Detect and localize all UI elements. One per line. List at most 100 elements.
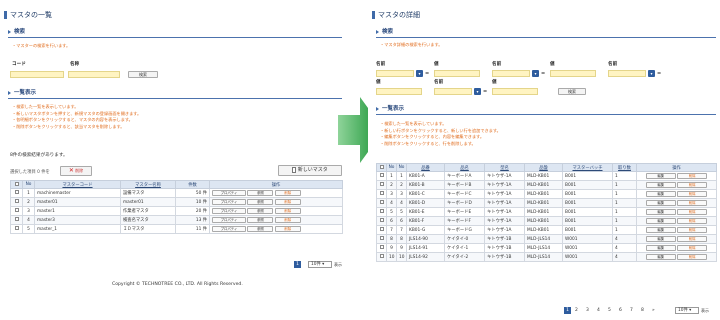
page-link[interactable]: 2 — [575, 308, 578, 313]
name-select[interactable] — [434, 88, 472, 95]
row-select[interactable] — [376, 207, 387, 217]
row-select[interactable] — [376, 171, 387, 181]
chevron-down-icon[interactable]: ▾ — [532, 70, 539, 77]
row-select[interactable] — [376, 243, 387, 253]
delete-button[interactable]: 削除 — [274, 217, 301, 223]
table-row[interactable]: 10 10 JLS14-92 ケイタイ-2 キトウザ-1B MLD-JLS14 W001 4 編… — [376, 252, 717, 262]
col-part-no[interactable]: 品番 — [406, 163, 445, 172]
select-all-checkbox[interactable] — [379, 164, 384, 169]
table-row[interactable]: 9 9 JLS14-91 ケイタイ-1 キトウザ-1B MLD-JLS14 W001 4 編集 … — [376, 243, 717, 253]
edit-button[interactable]: 編集 — [645, 173, 676, 179]
delete-button[interactable]: 削除 — [677, 218, 708, 224]
table-row[interactable]: 8 8 JLS14-90 ケイタイ-0 キトウザ-1B MLD-JLS14 W001 4 編集 … — [376, 234, 717, 244]
edit-button[interactable]: 編集 — [645, 200, 676, 206]
row-checkbox[interactable] — [379, 191, 384, 195]
property-button[interactable]: プロパティ — [212, 208, 246, 214]
table-row[interactable]: 7 7 KB01-G キーボードG キトウザ-1A MLD-KB01 B001 1 編集 削除 — [376, 225, 717, 235]
row-checkbox[interactable] — [14, 190, 19, 194]
row-select[interactable] — [10, 206, 23, 216]
row-select[interactable] — [10, 224, 23, 234]
bulk-delete-button[interactable]: ✕ 削除 — [60, 166, 92, 176]
delete-button[interactable]: 削除 — [274, 226, 301, 232]
edit-button[interactable]: 編集 — [645, 209, 676, 215]
row-checkbox[interactable] — [379, 182, 384, 186]
view-button[interactable]: 参照 — [247, 217, 274, 223]
name-select[interactable] — [376, 70, 414, 77]
row-select[interactable] — [376, 189, 387, 199]
edit-button[interactable]: 編集 — [645, 191, 676, 197]
delete-button[interactable]: 削除 — [677, 227, 708, 233]
row-checkbox[interactable] — [379, 209, 384, 213]
view-button[interactable]: 参照 — [247, 199, 274, 205]
row-select[interactable] — [376, 180, 387, 190]
select-all-header[interactable] — [10, 180, 23, 189]
new-master-button[interactable]: 新しいマスタ — [278, 165, 342, 176]
delete-button[interactable]: 削除 — [274, 199, 301, 205]
row-checkbox[interactable] — [14, 208, 19, 212]
row-select[interactable] — [376, 234, 387, 244]
edit-button[interactable]: 編集 — [645, 236, 676, 242]
table-row[interactable]: 5 master_1 ＩＤマスタ 11 件プロパティ 参照 削除 — [10, 224, 343, 234]
row-select[interactable] — [376, 252, 387, 262]
page-link[interactable]: 8 — [641, 308, 644, 313]
row-checkbox[interactable] — [379, 218, 384, 222]
table-row[interactable]: 5 5 KB01-E キーボードE キトウザ-1A MLD-KB01 B001 1 編集 削除 — [376, 207, 717, 217]
delete-button[interactable]: 削除 — [677, 173, 708, 179]
col-count[interactable]: 取り数 — [612, 163, 637, 172]
chevron-down-icon[interactable]: ▾ — [648, 70, 655, 77]
row-checkbox[interactable] — [379, 227, 384, 231]
value-input[interactable] — [550, 70, 596, 77]
page-link[interactable]: 7 — [630, 308, 633, 313]
table-row[interactable]: 6 6 KB01-F キーボードF キトウザ-1A MLD-KB01 B001 1 編集 削除 — [376, 216, 717, 226]
value-input[interactable] — [376, 88, 422, 95]
table-row[interactable]: 2 2 KB01-B キーボードB キトウザ-1A MLD-KB01 B001 1 編集 削除 — [376, 180, 717, 190]
col-code[interactable]: マスターコード — [34, 180, 121, 189]
page-size-select[interactable]: 10件 ▾ — [675, 307, 699, 314]
chevron-down-icon[interactable]: ▾ — [416, 70, 423, 77]
delete-button[interactable]: 削除 — [274, 190, 301, 196]
row-checkbox[interactable] — [379, 173, 384, 177]
table-row[interactable]: 1 machinemaster 設備マスタ 50 件プロパティ 参照 削除 — [10, 188, 343, 198]
row-checkbox[interactable] — [14, 217, 19, 221]
name-select[interactable] — [608, 70, 646, 77]
page-link[interactable]: 1 — [564, 307, 571, 314]
name-select[interactable] — [492, 70, 530, 77]
row-checkbox[interactable] — [379, 200, 384, 204]
next-page-link[interactable]: » — [652, 308, 655, 313]
delete-button[interactable]: 削除 — [677, 182, 708, 188]
value-input[interactable] — [434, 70, 480, 77]
edit-button[interactable]: 編集 — [645, 254, 676, 260]
row-select[interactable] — [10, 197, 23, 207]
edit-button[interactable]: 編集 — [645, 218, 676, 224]
edit-button[interactable]: 編集 — [645, 182, 676, 188]
col-board[interactable]: 品盤 — [524, 163, 563, 172]
page-1[interactable]: 1 — [294, 261, 301, 268]
row-checkbox[interactable] — [379, 236, 384, 240]
search-button[interactable]: 検索 — [558, 88, 586, 95]
delete-button[interactable]: 削除 — [677, 209, 708, 215]
view-button[interactable]: 参照 — [247, 226, 274, 232]
row-checkbox[interactable] — [14, 226, 19, 230]
col-name[interactable]: マスター名称 — [120, 180, 176, 189]
row-select[interactable] — [376, 225, 387, 235]
row-select[interactable] — [376, 216, 387, 226]
edit-button[interactable]: 編集 — [645, 227, 676, 233]
row-select[interactable] — [10, 188, 23, 198]
table-row[interactable]: 3 master1 作業者マスタ 20 件プロパティ 参照 削除 — [10, 206, 343, 216]
table-row[interactable]: 1 1 KB01-A キーボードA キトウザ-1A MLD-KB01 B001 1 編集 削除 — [376, 171, 717, 181]
row-select[interactable] — [10, 215, 23, 225]
delete-button[interactable]: 削除 — [677, 236, 708, 242]
col-part-name[interactable]: 品名 — [444, 163, 485, 172]
row-checkbox[interactable] — [379, 254, 384, 258]
delete-button[interactable]: 削除 — [274, 208, 301, 214]
table-row[interactable]: 3 3 KB01-C キーボードC キトウザ-1A MLD-KB01 B001 1 編集 削除 — [376, 189, 717, 199]
page-link[interactable]: 4 — [597, 308, 600, 313]
code-input[interactable] — [10, 71, 64, 78]
col-master-batch[interactable]: マスターバッチ — [562, 163, 613, 172]
property-button[interactable]: プロパティ — [212, 226, 246, 232]
view-button[interactable]: 参照 — [247, 190, 274, 196]
col-model[interactable]: 型名 — [484, 163, 525, 172]
value-input[interactable] — [492, 88, 538, 95]
table-row[interactable]: 4 4 KB01-D キーボードD キトウザ-1A MLD-KB01 B001 1 編集 削除 — [376, 198, 717, 208]
table-row[interactable]: 2 master01 master01 10 件プロパティ 参照 削除 — [10, 197, 343, 207]
